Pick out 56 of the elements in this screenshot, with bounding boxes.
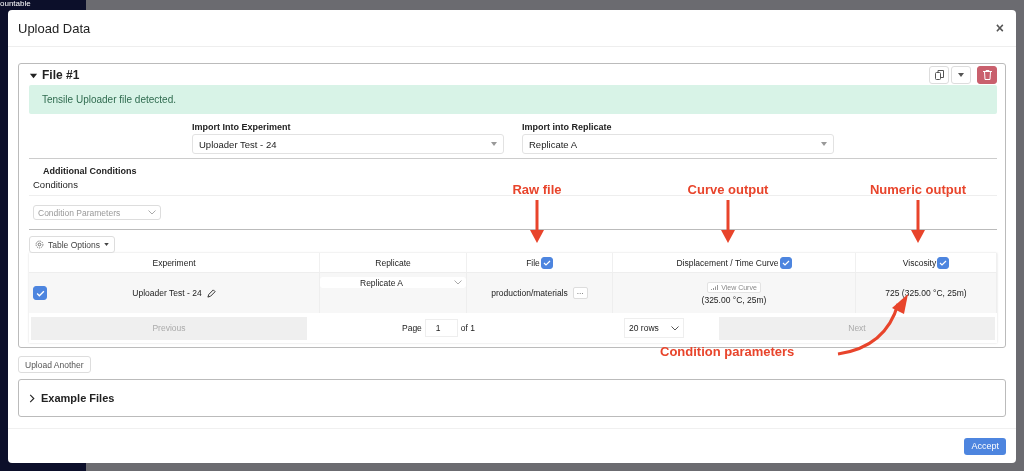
file-panel-toggle[interactable]: File #1 bbox=[29, 68, 80, 82]
pencil-icon[interactable] bbox=[206, 288, 216, 298]
caret-icon bbox=[491, 142, 497, 146]
conditions-label: Conditions bbox=[33, 179, 78, 190]
chevron-icon bbox=[29, 393, 35, 403]
delete-button[interactable] bbox=[977, 66, 997, 84]
trash-icon bbox=[982, 70, 992, 80]
chevron-icon bbox=[454, 280, 462, 285]
dropdown-button[interactable] bbox=[951, 66, 971, 84]
chevron-icon bbox=[671, 325, 680, 331]
annotation-label: Curve output bbox=[686, 182, 770, 197]
annotation-arrow bbox=[910, 200, 926, 244]
checkbox[interactable] bbox=[540, 256, 553, 269]
settings-icon bbox=[35, 240, 44, 249]
sidebar-text: ountable bbox=[0, 0, 31, 8]
curve-conditions: (325.00 °C, 25m) bbox=[701, 294, 767, 305]
annotation-label: Raw file bbox=[511, 182, 563, 197]
field-label: Import into Replicate bbox=[522, 122, 613, 132]
page-input[interactable]: 1 bbox=[424, 319, 458, 337]
close-button[interactable]: × bbox=[993, 20, 1006, 36]
experiment-select[interactable]: Uploader Test - 24 bbox=[192, 134, 504, 154]
rows-per-page-select[interactable]: 20 rows bbox=[624, 318, 685, 338]
annotation-arrow bbox=[720, 200, 736, 244]
success-alert: Tensile Uploader file detected. bbox=[29, 85, 997, 114]
caret-icon bbox=[821, 142, 827, 146]
experiment-name: Uploader Test - 24 bbox=[132, 288, 202, 298]
page-count: of 1 bbox=[460, 323, 476, 333]
table-options-button[interactable]: Table Options bbox=[29, 236, 115, 253]
annotation-label: Numeric output bbox=[868, 182, 968, 197]
section-heading: Additional Conditions bbox=[42, 166, 137, 176]
column-label: Viscosity bbox=[902, 257, 937, 268]
file-path: production/materials bbox=[491, 288, 568, 298]
caret-icon bbox=[104, 243, 109, 246]
copy-button[interactable] bbox=[929, 66, 949, 84]
column-label: Experiment bbox=[152, 257, 196, 268]
annotation-arrow bbox=[529, 200, 545, 244]
column-label: Replicate bbox=[375, 257, 411, 268]
annotation-label: Condition parameters bbox=[660, 344, 795, 359]
row-checkbox[interactable] bbox=[33, 286, 47, 300]
replicate-select[interactable]: Replicate A bbox=[320, 277, 466, 288]
copy-icon bbox=[934, 70, 944, 80]
checkbox[interactable] bbox=[937, 256, 950, 269]
chevron-icon bbox=[148, 210, 156, 215]
column-label: Displacement / Time Curve bbox=[676, 257, 779, 268]
viscosity-value: 725 (325.00 °C, 25m) bbox=[885, 288, 967, 298]
column-label: File bbox=[526, 257, 540, 268]
caret-icon bbox=[958, 73, 964, 77]
replicate-select[interactable]: Replicate A bbox=[522, 134, 834, 154]
page-label: Page bbox=[402, 323, 422, 333]
checkbox[interactable] bbox=[779, 256, 792, 269]
field-label: Import Into Experiment bbox=[192, 122, 292, 132]
signal-bars-icon bbox=[711, 284, 720, 290]
accept-button[interactable]: Accept bbox=[964, 437, 1006, 455]
example-files-toggle[interactable]: Example Files bbox=[29, 392, 115, 404]
dialog-title: Upload Data bbox=[18, 20, 91, 36]
upload-another-button[interactable]: Upload Another bbox=[18, 356, 91, 373]
